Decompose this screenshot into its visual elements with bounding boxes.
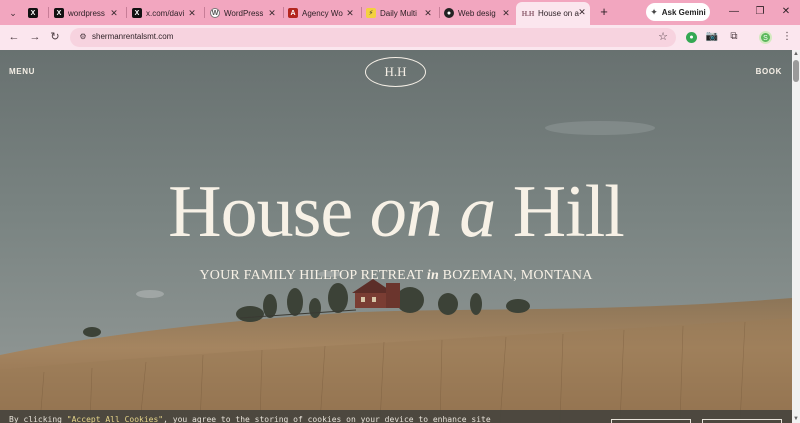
wordpress-icon: W bbox=[210, 8, 220, 18]
lightning-icon: ⚡ bbox=[366, 8, 376, 18]
cookie-banner: By clicking "Accept All Cookies", you ag… bbox=[0, 410, 792, 423]
scroll-down-arrow-icon[interactable]: ▼ bbox=[792, 415, 800, 423]
cookie-text-end: , you agree to the storing of cookies on… bbox=[163, 415, 491, 423]
x-logo-icon: X bbox=[132, 8, 142, 18]
tab-search-chevron-icon[interactable]: ⌄ bbox=[4, 4, 22, 22]
ask-gemini-button[interactable]: ✦ Ask Gemini bbox=[646, 3, 710, 21]
menu-link[interactable]: MENU bbox=[9, 67, 35, 76]
tab-close-icon[interactable]: ✕ bbox=[500, 7, 512, 19]
browser-toolbar: ← → ↻ ⚙ shermanrentalsmt.com ☆ ● 📷 ⧉ S ⋮ bbox=[0, 25, 800, 50]
hero-subtitle-italic: in bbox=[426, 268, 439, 283]
new-tab-plus-icon[interactable]: + bbox=[597, 5, 611, 19]
tab-separator bbox=[439, 7, 440, 18]
agency-icon: A bbox=[288, 8, 298, 18]
page-viewport: MENU H.H BOOK House on a Hill YOUR FAMIL… bbox=[0, 50, 792, 423]
tab-close-icon[interactable]: ✕ bbox=[422, 7, 434, 19]
tab-separator bbox=[283, 7, 284, 18]
hero-title-italic: on a bbox=[369, 171, 496, 253]
gemini-sparkle-icon: ✦ bbox=[650, 6, 658, 17]
github-icon: ● bbox=[444, 8, 454, 18]
tab-daily-multi[interactable]: ⚡ Daily Multi ✕ bbox=[366, 3, 436, 23]
tab-separator bbox=[126, 7, 127, 18]
tab-title: WordPress bbox=[224, 8, 264, 18]
accept-all-cookies-button[interactable] bbox=[702, 419, 782, 423]
tab-x-davi[interactable]: X x.com/davi ✕ bbox=[132, 3, 200, 23]
tab-close-icon[interactable]: ✕ bbox=[266, 7, 278, 19]
tab-close-icon[interactable]: ✕ bbox=[344, 7, 356, 19]
tab-separator bbox=[48, 7, 49, 18]
tab-title: wordpress bbox=[68, 8, 105, 18]
hero-title: House on a Hill bbox=[0, 172, 792, 252]
scrollbar-thumb[interactable] bbox=[793, 60, 799, 82]
hero-title-word-house: House bbox=[168, 171, 353, 253]
tab-title: Web desig bbox=[458, 8, 496, 18]
extension-green-icon[interactable]: ● bbox=[686, 32, 697, 43]
puzzle-extensions-icon[interactable]: ⧉ bbox=[727, 30, 741, 44]
profile-avatar[interactable]: S bbox=[759, 31, 772, 44]
tab-wordpress-search[interactable]: X wordpress ✕ bbox=[54, 3, 122, 23]
x-logo-icon: X bbox=[28, 8, 38, 18]
tab-title: Daily Multi bbox=[380, 8, 417, 18]
url-text[interactable]: shermanrentalsmt.com bbox=[92, 32, 173, 41]
camera-icon[interactable]: 📷 bbox=[705, 30, 719, 44]
tab-title: House on a bbox=[538, 9, 579, 18]
tab-close-icon[interactable]: ✕ bbox=[108, 7, 120, 19]
forward-arrow-icon[interactable]: → bbox=[28, 30, 42, 44]
restore-icon[interactable]: ❐ bbox=[752, 4, 768, 20]
tab-title: Agency Wo bbox=[302, 8, 343, 18]
tab-wordpress[interactable]: W WordPress ✕ bbox=[210, 3, 280, 23]
page-scrollbar[interactable]: ▲ ▼ bbox=[792, 50, 800, 423]
tab-separator bbox=[204, 7, 205, 18]
scroll-up-arrow-icon[interactable]: ▲ bbox=[792, 50, 800, 58]
tab-title: x.com/davi bbox=[146, 8, 185, 18]
cookie-text-highlight: "Accept All Cookies" bbox=[66, 415, 164, 423]
cookie-settings-button[interactable] bbox=[611, 419, 691, 423]
hero-title-word-hill: Hill bbox=[512, 171, 625, 253]
back-arrow-icon[interactable]: ← bbox=[7, 30, 21, 44]
window-close-icon[interactable]: ✕ bbox=[778, 4, 794, 20]
tab-close-icon[interactable]: ✕ bbox=[186, 7, 198, 19]
minimize-icon[interactable]: — bbox=[726, 4, 742, 20]
tab-house-on-a-hill[interactable]: H.H House on a ✕ bbox=[516, 2, 590, 25]
hero-subtitle-part2: BOZEMAN, MONTANA bbox=[442, 268, 593, 283]
ask-gemini-label: Ask Gemini bbox=[661, 7, 706, 17]
bookmark-star-icon[interactable]: ☆ bbox=[658, 30, 668, 43]
reload-icon[interactable]: ↻ bbox=[48, 30, 62, 44]
site-logo[interactable]: H.H bbox=[365, 57, 426, 87]
hero-subtitle: YOUR FAMILY HILLTOP RETREAT in BOZEMAN, … bbox=[0, 268, 792, 284]
x-logo-icon: X bbox=[54, 8, 64, 18]
hh-icon: H.H bbox=[521, 9, 535, 18]
book-link[interactable]: BOOK bbox=[756, 67, 782, 76]
address-bar[interactable]: ⚙ shermanrentalsmt.com ☆ bbox=[70, 28, 676, 47]
kebab-menu-icon[interactable]: ⋮ bbox=[780, 30, 794, 44]
tab-x-1[interactable]: X bbox=[28, 3, 48, 23]
site-info-icon[interactable]: ⚙ bbox=[77, 31, 89, 43]
cookie-text-start: By clicking bbox=[9, 415, 67, 423]
cookie-text: By clicking "Accept All Cookies", you ag… bbox=[9, 415, 491, 423]
browser-tab-bar: ⌄ X X wordpress ✕ X x.com/davi ✕ W WordP… bbox=[0, 0, 800, 25]
tab-agency[interactable]: A Agency Wo ✕ bbox=[288, 3, 358, 23]
tab-separator bbox=[361, 7, 362, 18]
tab-web-design[interactable]: ● Web desig ✕ bbox=[444, 3, 514, 23]
hero-subtitle-part1: YOUR FAMILY HILLTOP RETREAT bbox=[199, 268, 424, 283]
tab-close-icon[interactable]: ✕ bbox=[576, 6, 588, 18]
